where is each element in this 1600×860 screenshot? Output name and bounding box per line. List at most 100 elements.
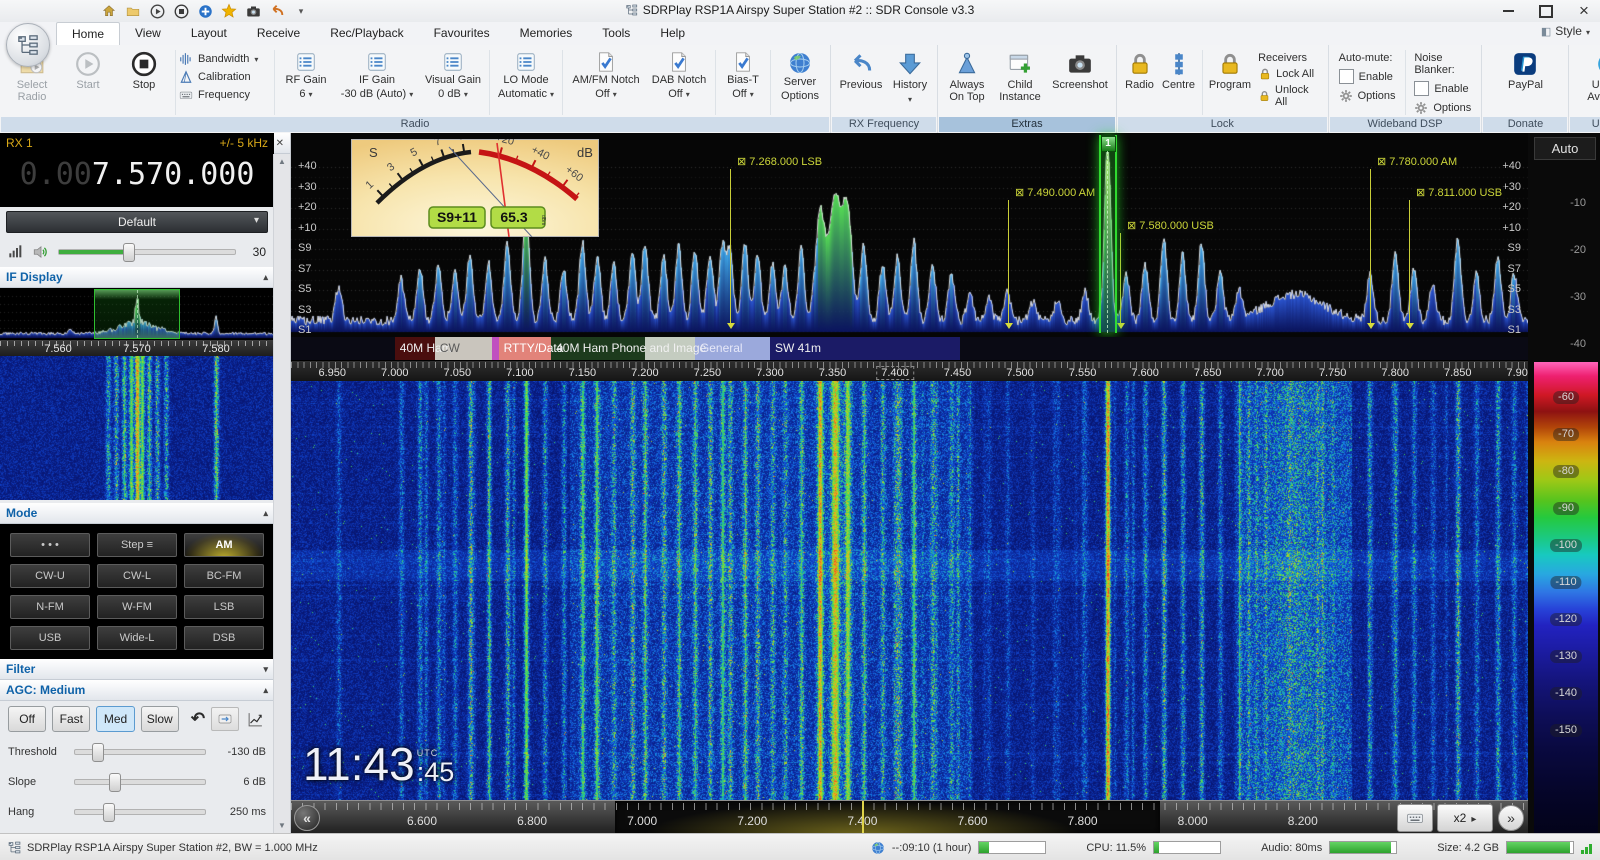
mode-widel-button[interactable]: Wide-L [97, 626, 177, 650]
play-icon[interactable] [148, 2, 166, 20]
scroll-right-button[interactable] [1498, 805, 1524, 831]
auto-mute-options-button[interactable]: Options [1339, 89, 1396, 103]
auto-range-button[interactable]: Auto [1534, 137, 1596, 160]
home-icon[interactable] [100, 2, 118, 20]
paypal-button[interactable]: PayPal [1495, 48, 1555, 117]
mode-dsb-button[interactable]: DSB [184, 626, 264, 650]
noise-blanker-options-button[interactable]: Options [1414, 101, 1471, 115]
mode-step-button[interactable]: Step ≡ [97, 533, 177, 557]
collapse-icon[interactable] [263, 508, 268, 519]
levels-icon[interactable] [8, 244, 24, 260]
tab-favourites[interactable]: Favourites [419, 22, 505, 45]
keyboard-entry-button[interactable] [1397, 804, 1433, 832]
slider-thumb[interactable] [109, 773, 121, 792]
mode-wfm-button[interactable]: W-FM [97, 595, 177, 619]
maximize-button[interactable] [1536, 2, 1556, 20]
qat-more-icon[interactable] [292, 2, 310, 20]
tab-layout[interactable]: Layout [176, 22, 242, 45]
tab-receive[interactable]: Receive [242, 22, 315, 45]
preset-dropdown[interactable]: Default [6, 211, 268, 233]
slider-thumb[interactable] [92, 743, 104, 762]
slider-thumb[interactable] [123, 243, 135, 262]
agc-graph-button[interactable] [245, 708, 267, 730]
hang-slider[interactable] [74, 809, 206, 815]
mode-usb-button[interactable]: USB [10, 626, 90, 650]
mode-cwu-button[interactable]: CW-U [10, 564, 90, 588]
marker-label[interactable]: 7.268.000 LSB [734, 155, 825, 169]
agc-preset-button[interactable] [211, 707, 238, 731]
tab-memories[interactable]: Memories [505, 22, 588, 45]
bandwidth-button[interactable]: Bandwidth [179, 52, 271, 66]
previous-button[interactable]: Previous [835, 48, 887, 117]
frequency-navigator[interactable]: 6.6006.8007.0007.2007.4007.6007.8008.000… [291, 800, 1529, 834]
scroll-left-button[interactable] [294, 805, 320, 831]
frequency-button[interactable]: Frequency [179, 88, 271, 102]
update-available-button[interactable]: Update Available [1578, 48, 1600, 117]
tuned-frequency-indicator[interactable]: 1 [1099, 135, 1117, 333]
volume-slider[interactable] [58, 249, 236, 255]
child-instance-button[interactable]: Child Instance [992, 48, 1048, 117]
tab-rec-playback[interactable]: Rec/Playback [315, 22, 418, 45]
history-button[interactable]: History [887, 48, 933, 117]
spectrum-frequency-ruler[interactable]: 6.9507.0007.0507.1007.1507.2007.2507.300… [291, 360, 1529, 382]
scroll-up-icon[interactable] [274, 154, 290, 169]
frequency-digits[interactable]: 7.570.000 [92, 157, 255, 192]
expand-icon[interactable] [263, 664, 268, 675]
start-button[interactable]: Start [60, 48, 116, 117]
marker-label[interactable]: 7.580.000 USB [1124, 219, 1217, 233]
add-icon[interactable] [196, 2, 214, 20]
agc-med-button[interactable]: Med [96, 706, 134, 732]
zoom-button[interactable]: x2 [1437, 804, 1493, 832]
tab-home[interactable]: Home [56, 22, 120, 46]
tab-view[interactable]: View [120, 22, 176, 45]
waterfall-canvas[interactable] [291, 381, 1529, 800]
always-on-top-button[interactable]: Always On Top [942, 48, 992, 117]
tab-help[interactable]: Help [645, 22, 700, 45]
collapse-icon[interactable] [263, 272, 268, 283]
auto-mute-enable-checkbox[interactable]: Enable [1339, 69, 1396, 84]
mode-nfm-button[interactable]: N-FM [10, 595, 90, 619]
if-passband[interactable] [94, 289, 180, 339]
bias-t-button[interactable]: Bias-T Off [719, 48, 767, 101]
mode-more-button[interactable]: • • • [10, 533, 90, 557]
visual-gain-button[interactable]: Visual Gain 0 dB [420, 48, 486, 101]
mode-bcfm-button[interactable]: BC-FM [184, 564, 264, 588]
mode-am-button[interactable]: AM [184, 533, 264, 557]
if-waterfall-canvas[interactable] [0, 356, 274, 500]
lock-centre-button[interactable]: Centre [1158, 48, 1199, 117]
marker-label[interactable]: 7.811.000 USB [1413, 186, 1505, 200]
lock-radio-button[interactable]: Radio [1121, 48, 1158, 117]
marker-label[interactable]: 7.490.000 AM [1012, 186, 1098, 200]
spectrum-display[interactable]: +40+40+30+30+20+20+10+10S9S9S7S7S5S5S3S3… [291, 133, 1529, 381]
slider-thumb[interactable] [103, 803, 115, 822]
if-gain-button[interactable]: IF Gain -30 dB (Auto) [334, 48, 420, 101]
record-icon[interactable] [172, 2, 190, 20]
scroll-down-icon[interactable] [274, 818, 290, 833]
unlock-all-button[interactable]: Unlock All [1258, 84, 1320, 108]
threshold-slider[interactable] [74, 749, 206, 755]
screenshot-button[interactable]: Screenshot [1048, 48, 1112, 117]
noise-blanker-enable-checkbox[interactable]: Enable [1414, 81, 1471, 96]
rf-gain-button[interactable]: RF Gain 6 [278, 48, 334, 101]
close-icon[interactable] [276, 138, 284, 149]
lock-program-button[interactable]: Program [1206, 48, 1254, 117]
mode-cwl-button[interactable]: CW-L [97, 564, 177, 588]
lo-mode-button[interactable]: LO Mode Automatic [493, 48, 559, 101]
dab-notch-button[interactable]: DAB Notch Off [646, 48, 712, 101]
style-menu[interactable]: Style [1541, 24, 1590, 38]
tab-tools[interactable]: Tools [587, 22, 645, 45]
folder-icon[interactable] [124, 2, 142, 20]
marker-label[interactable]: 7.780.000 AM [1374, 155, 1460, 169]
calibration-button[interactable]: Calibration [179, 70, 271, 84]
close-button[interactable] [1574, 2, 1594, 20]
agc-off-button[interactable]: Off [8, 706, 46, 732]
speaker-icon[interactable] [32, 243, 50, 261]
stop-button[interactable]: Stop [116, 48, 172, 117]
collapse-icon[interactable] [263, 685, 268, 696]
undo-icon[interactable] [191, 709, 205, 729]
waterfall-color-scale[interactable]: -60-70-80-90-100-110-120-130-140-150 [1534, 362, 1598, 833]
mode-lsb-button[interactable]: LSB [184, 595, 264, 619]
star-icon[interactable] [220, 2, 238, 20]
amfm-notch-button[interactable]: AM/FM Notch Off [566, 48, 646, 101]
undo-icon[interactable] [268, 2, 286, 20]
